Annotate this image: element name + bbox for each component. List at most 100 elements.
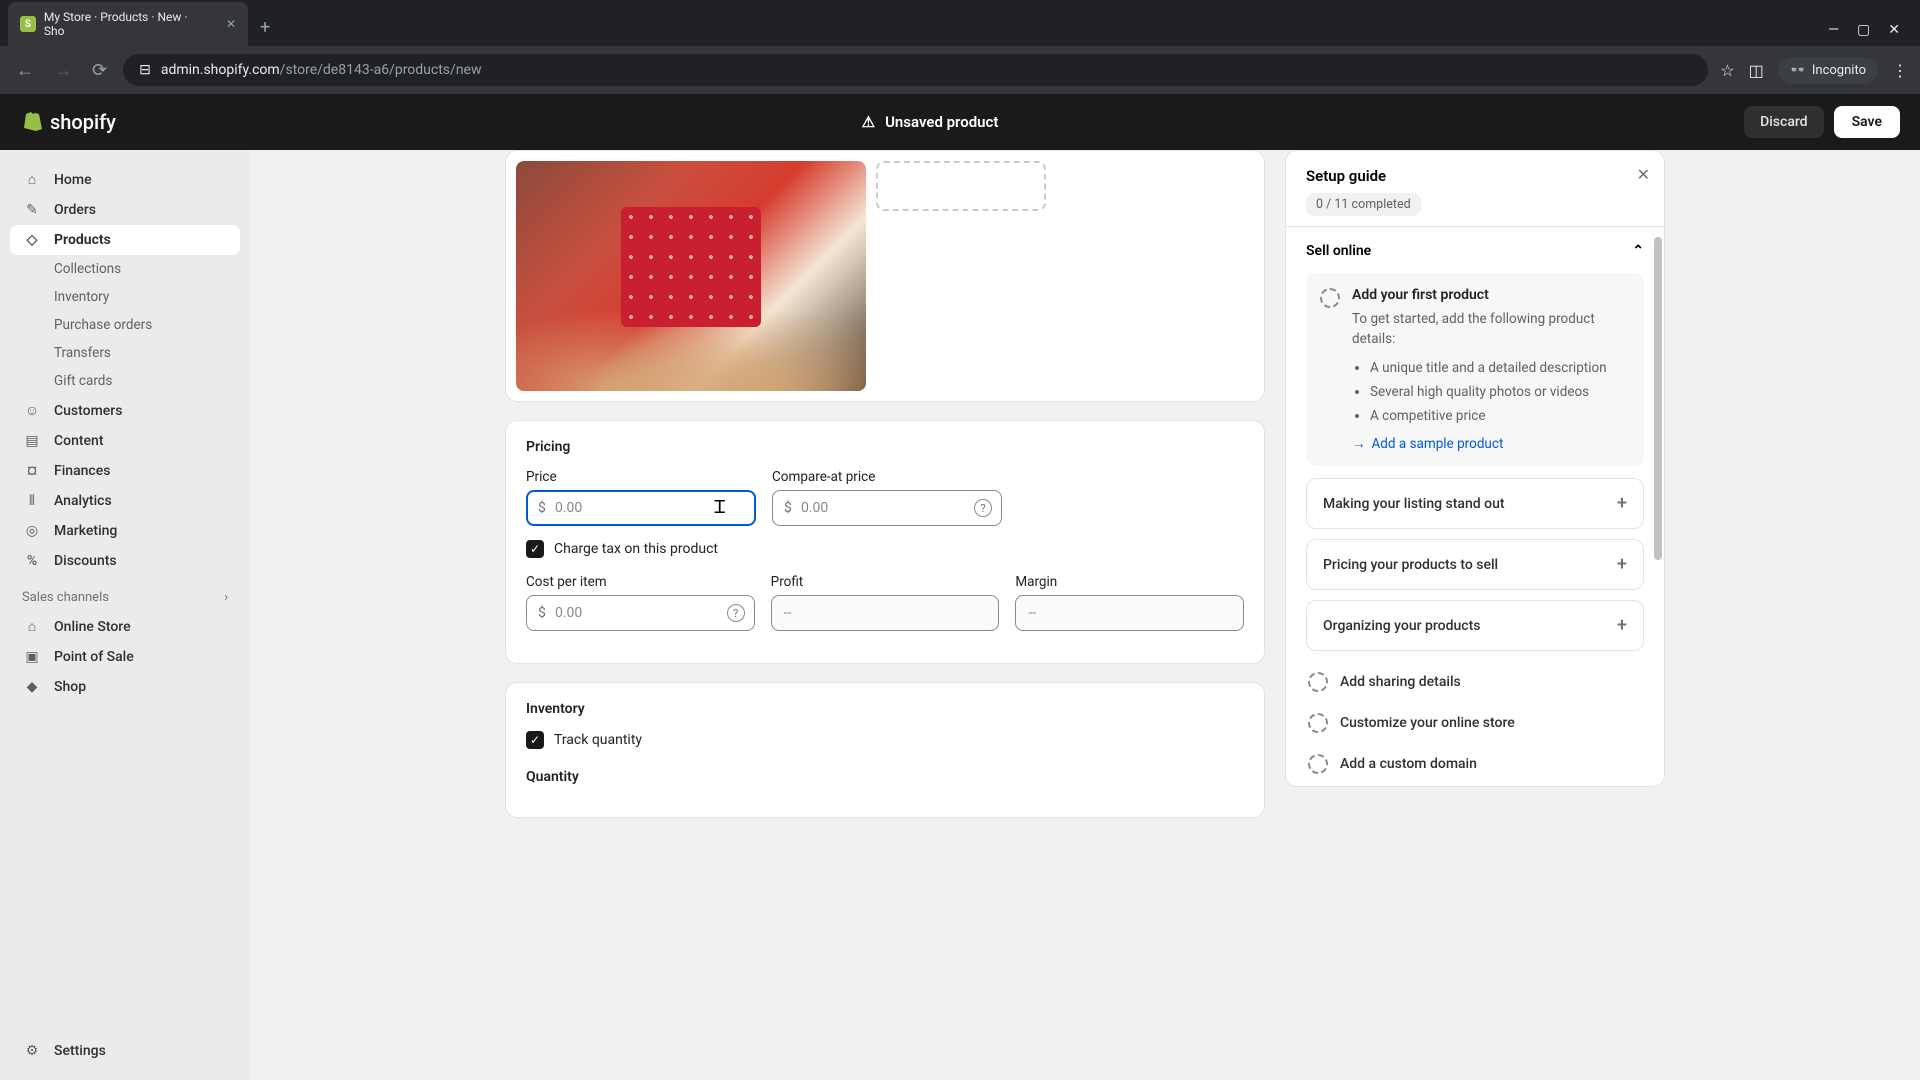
- sell-online-section[interactable]: Sell online ⌃: [1306, 243, 1644, 259]
- pos-icon: ▣: [22, 649, 42, 665]
- help-icon[interactable]: ?: [727, 604, 745, 622]
- nav-inventory[interactable]: Inventory: [10, 283, 240, 311]
- nav-sales-channels-header[interactable]: Sales channels›: [10, 576, 240, 611]
- finances-icon: ¤: [22, 463, 42, 479]
- guide-making-listing[interactable]: Making your listing stand out+: [1306, 478, 1644, 529]
- pricing-title: Pricing: [526, 439, 1244, 455]
- nav-shop[interactable]: ◆Shop: [10, 672, 240, 702]
- task-custom-domain[interactable]: Add a custom domain: [1306, 743, 1644, 784]
- header-status: ⚠ Unsaved product: [116, 113, 1744, 131]
- inventory-card: Inventory ✓ Track quantity Quantity: [505, 682, 1265, 818]
- shopify-logo-icon: [20, 110, 44, 134]
- window-controls: — ▢ ✕: [1816, 22, 1912, 46]
- task-circle-icon: [1308, 672, 1328, 692]
- nav-content[interactable]: ▤Content: [10, 426, 240, 456]
- add-sample-link[interactable]: → Add a sample product: [1352, 436, 1630, 452]
- shopify-logo[interactable]: shopify: [20, 110, 116, 134]
- guide-pricing[interactable]: Pricing your products to sell+: [1306, 539, 1644, 590]
- profit-label: Profit: [771, 574, 1000, 590]
- guide-organizing[interactable]: Organizing your products+: [1306, 600, 1644, 651]
- nav-products[interactable]: ◇Products: [10, 225, 240, 255]
- task-customize-store[interactable]: Customize your online store: [1306, 702, 1644, 743]
- price-input[interactable]: [526, 490, 756, 526]
- save-button[interactable]: Save: [1834, 106, 1900, 138]
- discard-button[interactable]: Discard: [1744, 106, 1823, 138]
- main-content: Pricing Price $ Ꮖ Compare-at price: [250, 150, 1920, 1080]
- help-icon[interactable]: ?: [974, 499, 992, 517]
- customers-icon: ☺: [22, 402, 42, 419]
- reload-button[interactable]: ⟳: [88, 56, 111, 85]
- gear-icon: ⚙: [22, 1043, 42, 1059]
- arrow-right-icon: →: [1352, 436, 1366, 452]
- browser-tab[interactable]: S My Store · Products · New · Sho ✕: [8, 2, 248, 46]
- tab-close-icon[interactable]: ✕: [226, 17, 236, 31]
- task-sharing-details[interactable]: Add sharing details: [1306, 661, 1644, 702]
- incognito-badge[interactable]: 👓 Incognito: [1778, 57, 1878, 84]
- nav-online-store[interactable]: ⌂Online Store: [10, 611, 240, 642]
- profit-input[interactable]: [771, 595, 1000, 631]
- bookmark-icon[interactable]: ☆: [1720, 61, 1734, 80]
- quantity-title: Quantity: [526, 769, 1244, 785]
- track-quantity-checkbox[interactable]: ✓: [526, 731, 544, 749]
- browser-tab-bar: S My Store · Products · New · Sho ✕ + — …: [0, 0, 1920, 46]
- store-icon: ⌂: [22, 618, 42, 635]
- new-tab-button[interactable]: +: [248, 9, 282, 46]
- close-icon[interactable]: ✕: [1637, 165, 1650, 184]
- media-upload-placeholder[interactable]: [876, 161, 1046, 211]
- nav-finances[interactable]: ¤Finances: [10, 456, 240, 486]
- margin-input[interactable]: [1015, 595, 1244, 631]
- site-info-icon[interactable]: ⊟: [139, 62, 151, 78]
- warning-icon: ⚠: [862, 113, 875, 131]
- nav-transfers[interactable]: Transfers: [10, 339, 240, 367]
- chevron-right-icon: ›: [224, 590, 228, 605]
- shopify-favicon: S: [20, 16, 36, 32]
- task-circle-icon: [1308, 754, 1328, 774]
- close-window-icon[interactable]: ✕: [1888, 22, 1900, 38]
- nav-discounts[interactable]: %Discounts: [10, 546, 240, 576]
- nav-analytics[interactable]: ⫴Analytics: [10, 486, 240, 516]
- nav-collections[interactable]: Collections: [10, 255, 240, 283]
- chevron-up-icon: ⌃: [1632, 243, 1644, 259]
- plus-icon: +: [1617, 493, 1627, 514]
- task-add-first-product: Add your first product To get started, a…: [1306, 273, 1644, 466]
- nav-home[interactable]: ⌂Home: [10, 164, 240, 195]
- media-card: [505, 150, 1265, 402]
- sidebar: ⌂Home ✎Orders ◇Products Collections Inve…: [0, 150, 250, 1080]
- scrollbar[interactable]: [1654, 237, 1662, 776]
- panel-icon[interactable]: ◫: [1749, 61, 1764, 80]
- track-quantity-label: Track quantity: [554, 732, 642, 748]
- task-title: Add your first product: [1352, 287, 1630, 303]
- cost-label: Cost per item: [526, 574, 755, 590]
- minimize-icon[interactable]: —: [1828, 22, 1839, 38]
- charge-tax-checkbox[interactable]: ✓: [526, 540, 544, 558]
- pricing-card: Pricing Price $ Ꮖ Compare-at price: [505, 420, 1265, 664]
- analytics-icon: ⫴: [22, 493, 42, 509]
- home-icon: ⌂: [22, 171, 42, 188]
- address-bar: ← → ⟳ ⊟ admin.shopify.com/store/de8143-a…: [0, 46, 1920, 94]
- nav-orders[interactable]: ✎Orders: [10, 195, 240, 225]
- margin-label: Margin: [1015, 574, 1244, 590]
- nav-gift-cards[interactable]: Gift cards: [10, 367, 240, 395]
- orders-icon: ✎: [22, 202, 42, 218]
- maximize-icon[interactable]: ▢: [1857, 22, 1870, 38]
- product-image[interactable]: [516, 161, 866, 391]
- plus-icon: +: [1617, 554, 1627, 575]
- nav-purchase-orders[interactable]: Purchase orders: [10, 311, 240, 339]
- incognito-icon: 👓: [1790, 63, 1806, 78]
- cost-input[interactable]: [526, 595, 755, 631]
- nav-customers[interactable]: ☺Customers: [10, 395, 240, 426]
- nav-pos[interactable]: ▣Point of Sale: [10, 642, 240, 672]
- charge-tax-label: Charge tax on this product: [554, 541, 718, 557]
- task-circle-icon: [1308, 713, 1328, 733]
- forward-button[interactable]: →: [50, 56, 76, 85]
- url-input[interactable]: ⊟ admin.shopify.com/store/de8143-a6/prod…: [123, 54, 1708, 86]
- compare-price-input[interactable]: [772, 490, 1002, 526]
- menu-icon[interactable]: ⋮: [1892, 61, 1908, 80]
- plus-icon: +: [1617, 615, 1627, 636]
- back-button[interactable]: ←: [12, 56, 38, 85]
- price-label: Price: [526, 469, 756, 485]
- tab-title: My Store · Products · New · Sho: [44, 10, 210, 38]
- nav-settings[interactable]: ⚙Settings: [10, 1036, 240, 1066]
- nav-marketing[interactable]: ◎Marketing: [10, 516, 240, 546]
- task-circle-icon[interactable]: [1320, 288, 1340, 308]
